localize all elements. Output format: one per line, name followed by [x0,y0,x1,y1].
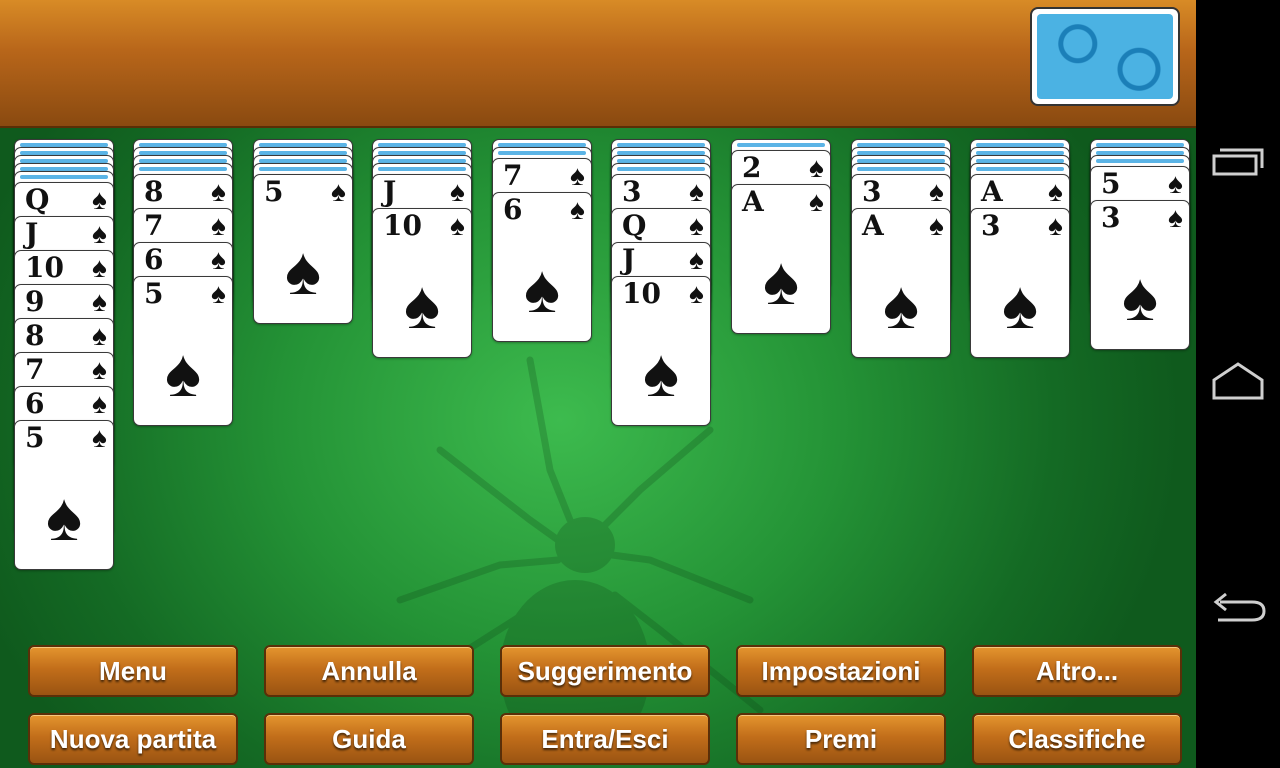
playing-card[interactable]: 10 ♠ ♠ [611,276,711,426]
card-rank: 6 [25,387,45,420]
card-rank: 5 [264,175,284,208]
spade-icon: ♠ [689,244,704,275]
card-rank: J [622,243,636,276]
card-rank: Q [622,209,647,242]
spade-icon: ♠ [403,267,441,343]
card-rank: A [862,209,884,242]
spade-icon: ♠ [45,479,83,555]
card-rank: 10 [622,277,661,310]
spade-icon: ♠ [92,388,107,419]
spade-icon: ♠ [92,252,107,283]
recent-apps-icon[interactable] [1208,138,1268,188]
card-rank: 5 [144,277,164,310]
card-rank: 2 [742,151,762,184]
spade-icon: ♠ [92,286,107,317]
spade-icon: ♠ [211,210,226,241]
spade-icon: ♠ [211,176,226,207]
spade-icon: ♠ [689,210,704,241]
game-board: Q ♠ J ♠ 10 ♠ 9 ♠ 8 ♠ 7 ♠ 6 ♠ 5 ♠ ♠ 8 ♠ 7 ♠ 6 ♠ 5 ♠ ♠ 5 ♠ ♠ J ♠ 10 ♠ ♠ 7 ♠ 6 ♠… [0,0,1196,768]
card-back [1037,14,1173,99]
spade-icon: ♠ [809,186,824,217]
spade-icon: ♠ [92,218,107,249]
card-rank: 8 [144,175,164,208]
card-rank: 5 [1101,167,1121,200]
card-rank: 3 [862,175,882,208]
card-rank: J [383,175,397,208]
card-rank: 6 [144,243,164,276]
spade-icon: ♠ [1121,259,1159,335]
playing-card[interactable]: 6 ♠ ♠ [492,192,592,342]
card-rank: A [981,175,1003,208]
spade-icon: ♠ [1048,176,1063,207]
card-rank: 9 [25,285,45,318]
spade-icon: ♠ [523,251,561,327]
spade-icon: ♠ [882,267,920,343]
spade-icon: ♠ [689,278,704,309]
card-rank: J [25,217,39,250]
spade-icon: ♠ [211,244,226,275]
card-rank: 7 [503,159,523,192]
playing-card[interactable]: A ♠ ♠ [851,208,951,358]
card-rank: 7 [144,209,164,242]
menu-button[interactable]: Menu [28,645,238,697]
card-rank: A [742,185,764,218]
home-icon[interactable] [1208,358,1268,408]
playing-card[interactable]: 3 ♠ ♠ [970,208,1070,358]
spade-icon: ♠ [570,194,585,225]
spade-icon: ♠ [92,184,107,215]
spade-icon: ♠ [284,233,322,309]
spade-icon: ♠ [929,210,944,241]
spade-icon: ♠ [92,422,107,453]
spade-icon: ♠ [1048,210,1063,241]
card-rank: 10 [383,209,422,242]
spade-icon: ♠ [642,335,680,411]
card-rank: 8 [25,319,45,352]
playing-card[interactable]: 3 ♠ ♠ [1090,200,1190,350]
playing-card[interactable]: 10 ♠ ♠ [372,208,472,358]
spade-icon: ♠ [450,210,465,241]
spade-icon: ♠ [92,354,107,385]
playing-card[interactable]: 5 ♠ ♠ [133,276,233,426]
stock-pile[interactable] [1030,7,1180,106]
spider-icon [396,356,764,760]
android-navigation-bar [1196,0,1280,768]
entra-esci-button[interactable]: Entra/Esci [500,713,710,765]
spade-icon: ♠ [689,176,704,207]
altro-button[interactable]: Altro... [972,645,1182,697]
guida-button[interactable]: Guida [264,713,474,765]
spade-icon: ♠ [1001,267,1039,343]
classifiche-button[interactable]: Classifiche [972,713,1182,765]
card-rank: 10 [25,251,64,284]
card-rank: 3 [1101,201,1121,234]
annulla-button[interactable]: Annulla [264,645,474,697]
spade-icon: ♠ [1168,202,1183,233]
card-rank: 3 [981,209,1001,242]
spade-icon: ♠ [331,176,346,207]
card-rank: 6 [503,193,523,226]
spade-icon: ♠ [164,335,202,411]
premi-button[interactable]: Premi [736,713,946,765]
top-bar [0,0,1196,128]
spade-icon: ♠ [450,176,465,207]
card-rank: 5 [25,421,45,454]
card-rank: 3 [622,175,642,208]
impostazioni-button[interactable]: Impostazioni [736,645,946,697]
spade-icon: ♠ [929,176,944,207]
spade-icon: ♠ [570,160,585,191]
playing-card[interactable]: 5 ♠ ♠ [14,420,114,570]
spade-icon: ♠ [809,152,824,183]
suggerimento-button[interactable]: Suggerimento [500,645,710,697]
playing-card[interactable]: A ♠ ♠ [731,184,831,334]
card-rank: 7 [25,353,45,386]
card-rank: Q [25,183,50,216]
spade-icon: ♠ [1168,168,1183,199]
back-icon[interactable] [1208,580,1268,630]
spade-icon: ♠ [211,278,226,309]
spade-icon: ♠ [92,320,107,351]
spade-icon: ♠ [762,243,800,319]
nuova-partita-button[interactable]: Nuova partita [28,713,238,765]
playing-card[interactable]: 5 ♠ ♠ [253,174,353,324]
